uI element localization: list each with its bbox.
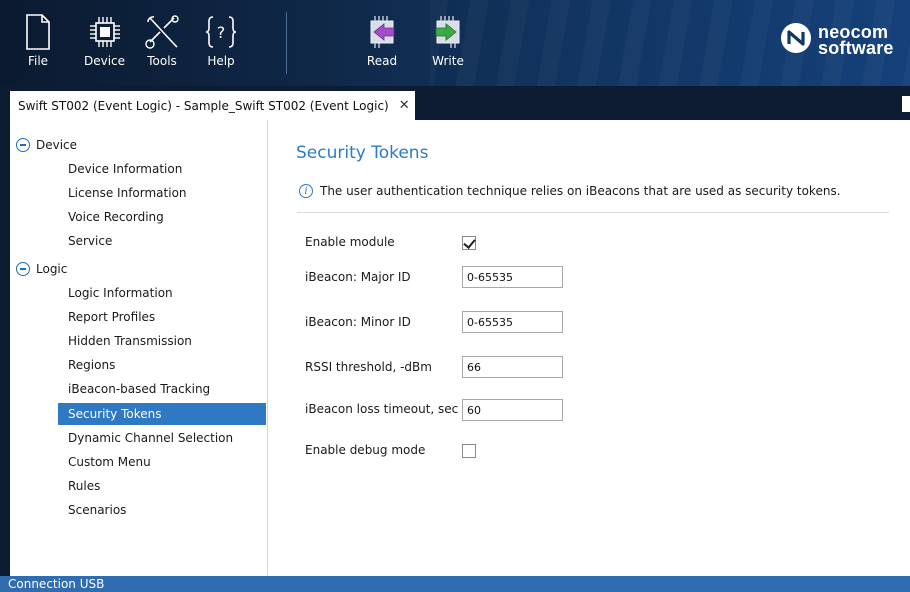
sidebar-item-scenarios[interactable]: Scenarios: [58, 499, 266, 521]
device-button[interactable]: Device: [84, 14, 125, 68]
collapse-icon[interactable]: [16, 138, 30, 152]
rssi-threshold-input[interactable]: [462, 356, 563, 378]
sidebar-group-device[interactable]: Device: [10, 133, 77, 157]
read-label: Read: [366, 54, 398, 68]
sidebar-item-voice-recording[interactable]: Voice Recording: [58, 206, 266, 228]
major-id-label: iBeacon: Major ID: [305, 270, 411, 284]
toolbar-separator: [286, 12, 287, 74]
tools-icon: [144, 14, 180, 50]
divider: [297, 212, 889, 213]
status-bar: Connection USB: [0, 576, 910, 592]
sidebar-item-hidden-transmission[interactable]: Hidden Transmission: [58, 330, 266, 352]
sidebar-item-custom-menu[interactable]: Custom Menu: [58, 451, 266, 473]
sidebar-item-dynamic-channel-selection[interactable]: Dynamic Channel Selection: [58, 427, 266, 449]
collapse-icon[interactable]: [16, 262, 30, 276]
device-label: Device: [84, 54, 126, 68]
loss-timeout-label: iBeacon loss timeout, sec: [305, 402, 459, 416]
sidebar-group-label: Logic: [36, 262, 68, 276]
rssi-threshold-label: RSSI threshold, -dBm: [305, 360, 432, 374]
sidebar-item-regions[interactable]: Regions: [58, 354, 266, 376]
read-icon: [364, 14, 400, 50]
page-title: Security Tokens: [296, 143, 429, 163]
close-icon[interactable]: ✕: [399, 98, 410, 113]
write-label: Write: [432, 54, 464, 68]
debug-mode-checkbox[interactable]: [462, 444, 476, 458]
minor-id-input[interactable]: [462, 311, 563, 333]
navigation-sidebar: Device Device Information License Inform…: [10, 120, 268, 576]
read-button[interactable]: Read: [364, 14, 400, 68]
sidebar-group-label: Device: [36, 138, 78, 152]
neocom-logo: neocom software: [780, 22, 894, 57]
sidebar-item-license-information[interactable]: License Information: [58, 182, 266, 204]
tab-strip-handle: [902, 96, 910, 112]
file-icon: [25, 14, 51, 50]
neocom-logo-icon: [780, 22, 812, 57]
help-icon: ?: [203, 14, 239, 50]
file-label: File: [27, 54, 49, 68]
main-toolbar: File Device Tools ? Help Read Write neoc…: [0, 0, 910, 86]
help-button[interactable]: ? Help: [203, 14, 239, 68]
tools-label: Tools: [147, 54, 177, 68]
help-label: Help: [207, 54, 235, 68]
svg-text:?: ?: [217, 23, 226, 42]
document-tab-strip: Swift ST002 (Event Logic) - Sample_Swift…: [0, 86, 910, 120]
logo-line-2: software: [818, 37, 894, 58]
debug-mode-label: Enable debug mode: [305, 443, 426, 457]
document-tab[interactable]: Swift ST002 (Event Logic) - Sample_Swift…: [10, 91, 415, 120]
info-icon: i: [299, 184, 313, 198]
sidebar-item-device-information[interactable]: Device Information: [58, 158, 266, 180]
sidebar-item-service[interactable]: Service: [58, 230, 266, 252]
sidebar-item-rules[interactable]: Rules: [58, 475, 266, 497]
enable-module-checkbox[interactable]: [462, 236, 476, 250]
tools-button[interactable]: Tools: [144, 14, 180, 68]
left-frame: [0, 120, 10, 576]
minor-id-label: iBeacon: Minor ID: [305, 315, 411, 329]
chip-icon: [87, 14, 123, 50]
enable-module-label: Enable module: [305, 235, 395, 249]
document-tab-title: Swift ST002 (Event Logic) - Sample_Swift…: [18, 98, 389, 113]
sidebar-item-ibeacon-tracking[interactable]: iBeacon-based Tracking: [58, 378, 266, 400]
connection-status: Connection USB: [8, 577, 105, 591]
write-button[interactable]: Write: [430, 14, 466, 68]
info-text: The user authentication technique relies…: [320, 184, 841, 198]
settings-panel: Security Tokens i The user authenticatio…: [269, 120, 910, 576]
file-button[interactable]: File: [25, 14, 51, 68]
sidebar-group-logic[interactable]: Logic: [10, 257, 67, 281]
loss-timeout-input[interactable]: [462, 399, 563, 421]
sidebar-item-report-profiles[interactable]: Report Profiles: [58, 306, 266, 328]
sidebar-item-logic-information[interactable]: Logic Information: [58, 282, 266, 304]
sidebar-item-security-tokens[interactable]: Security Tokens: [58, 403, 266, 425]
info-message: i The user authentication technique reli…: [299, 184, 841, 198]
write-icon: [430, 14, 466, 50]
major-id-input[interactable]: [462, 266, 563, 288]
